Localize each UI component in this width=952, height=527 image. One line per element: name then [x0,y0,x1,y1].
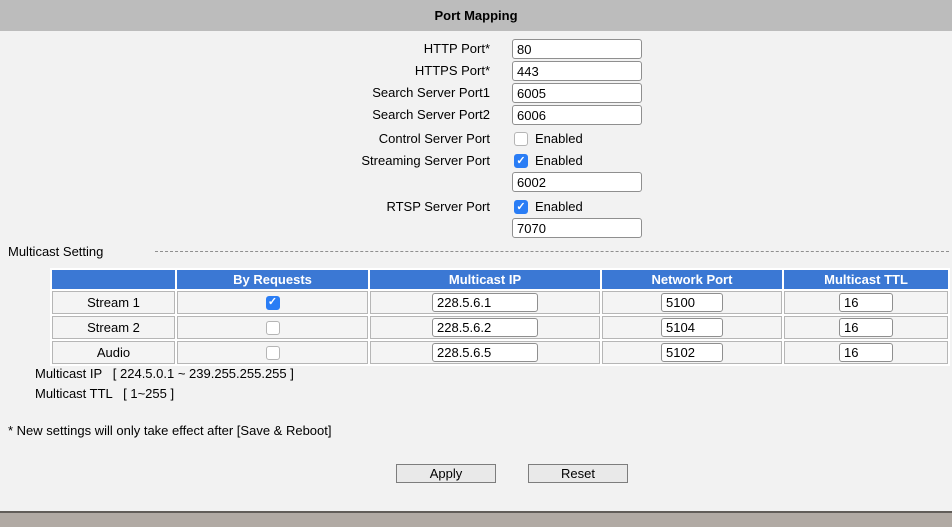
form-row-search-server-port1: Search Server Port1 [0,83,952,103]
rtsp-server-port-input[interactable] [512,218,642,238]
port-mapping-page: Port Mapping HTTP Port* HTTPS Port* Sear… [0,0,952,527]
search-server-port1-input[interactable] [512,83,642,103]
multicast-section-label: Multicast Setting [8,244,104,259]
control-server-enabled-checkbox[interactable] [514,132,528,146]
multicast-ttl-range-note: Multicast TTL [ 1~255 ] [35,386,175,401]
col-header-name [52,270,175,289]
stream2-name: Stream 2 [52,316,175,339]
reset-button[interactable]: Reset [528,464,628,483]
form-row-rtsp-server-port-value [0,218,952,238]
http-port-label: HTTP Port* [423,41,490,56]
table-row-stream1: Stream 1 [52,291,948,314]
audio-network-port-input[interactable] [661,343,723,362]
page-title-bar: Port Mapping [0,0,952,31]
rtsp-server-enabled-label: Enabled [535,199,583,214]
col-header-multicast-ttl: Multicast TTL [784,270,948,289]
stream2-multicast-ip-input[interactable] [432,318,538,337]
form-row-control-server-port: Control Server Port Enabled [0,129,952,149]
page-title: Port Mapping [434,8,518,23]
form-row-streaming-server-port: Streaming Server Port Enabled [0,151,952,171]
https-port-label: HTTPS Port* [414,63,490,78]
rtsp-server-enabled-checkbox[interactable] [514,200,528,214]
col-header-by-requests: By Requests [177,270,368,289]
stream1-multicast-ttl-input[interactable] [839,293,893,312]
https-port-input[interactable] [512,61,642,81]
rtsp-server-port-label: RTSP Server Port [386,199,490,214]
form-row-streaming-server-port-value [0,172,952,192]
stream2-network-port-input[interactable] [661,318,723,337]
search-server-port2-label: Search Server Port2 [372,107,490,122]
multicast-table: By Requests Multicast IP Network Port Mu… [50,268,950,366]
form-row-https-port: HTTPS Port* [0,61,952,81]
col-header-multicast-ip: Multicast IP [370,270,600,289]
section-divider [155,251,949,252]
streaming-server-enabled-label: Enabled [535,153,583,168]
form-row-http-port: HTTP Port* [0,39,952,59]
multicast-ip-range-note: Multicast IP [ 224.5.0.1 ~ 239.255.255.2… [35,366,294,381]
streaming-server-port-input[interactable] [512,172,642,192]
audio-name: Audio [52,341,175,364]
table-row-stream2: Stream 2 [52,316,948,339]
streaming-server-port-label: Streaming Server Port [361,153,490,168]
stream2-multicast-ttl-input[interactable] [839,318,893,337]
streaming-server-enabled-checkbox[interactable] [514,154,528,168]
form-row-search-server-port2: Search Server Port2 [0,105,952,125]
http-port-input[interactable] [512,39,642,59]
multicast-table-header-row: By Requests Multicast IP Network Port Mu… [52,270,948,289]
control-server-enabled-label: Enabled [535,131,583,146]
apply-button[interactable]: Apply [396,464,496,483]
stream2-by-requests-checkbox[interactable] [265,320,280,335]
stream1-multicast-ip-input[interactable] [432,293,538,312]
save-reboot-note: * New settings will only take effect aft… [8,423,332,438]
audio-by-requests-checkbox[interactable] [265,345,280,360]
form-row-rtsp-server-port: RTSP Server Port Enabled [0,197,952,217]
stream1-network-port-input[interactable] [661,293,723,312]
search-server-port2-input[interactable] [512,105,642,125]
col-header-network-port: Network Port [602,270,782,289]
audio-multicast-ip-input[interactable] [432,343,538,362]
control-server-port-label: Control Server Port [378,131,490,146]
footer-bar [0,511,952,527]
stream1-name: Stream 1 [52,291,175,314]
table-row-audio: Audio [52,341,948,364]
stream1-by-requests-checkbox[interactable] [265,295,280,310]
search-server-port1-label: Search Server Port1 [372,85,490,100]
audio-multicast-ttl-input[interactable] [839,343,893,362]
